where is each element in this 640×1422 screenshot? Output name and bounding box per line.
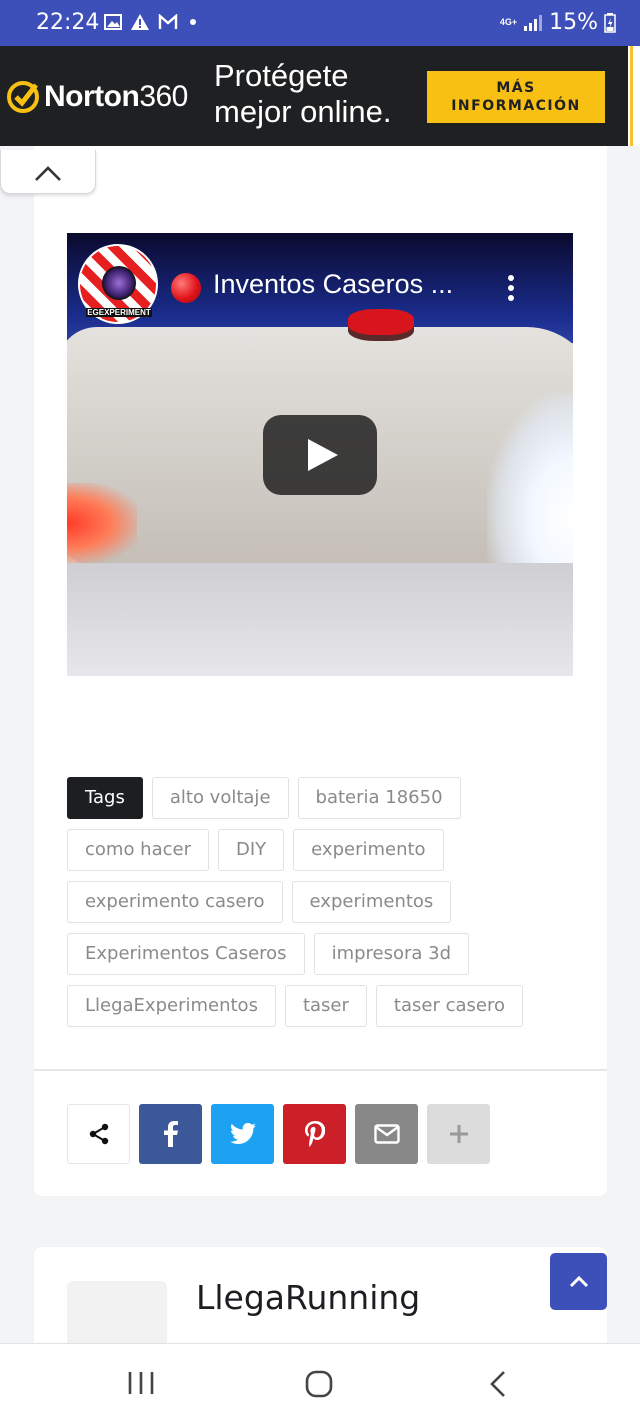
battery-icon	[604, 12, 616, 33]
facebook-share-button[interactable]	[139, 1104, 202, 1164]
channel-badge: EGEXPERIMENT	[86, 308, 152, 317]
ad-slogan: Protégete mejor online.	[214, 58, 391, 130]
ad-edge-strip	[628, 46, 640, 146]
tag-link[interactable]: como hacer	[67, 829, 209, 871]
status-right: 4G+ 15%	[500, 10, 616, 35]
video-title[interactable]: Inventos Caseros ...	[213, 269, 453, 300]
collapse-ad-button[interactable]	[0, 150, 96, 194]
home-icon	[305, 1370, 333, 1398]
battery-percent: 15%	[549, 10, 598, 35]
video-floor	[67, 563, 573, 676]
scroll-to-top-button[interactable]	[550, 1253, 607, 1310]
status-time: 22:24	[36, 10, 100, 35]
tag-link[interactable]: Experimentos Caseros	[67, 933, 305, 975]
chevron-up-icon	[35, 166, 61, 181]
tags-list: Tags alto voltaje bateria 18650 como hac…	[67, 777, 547, 1027]
ad-more-info-button[interactable]: MÁS INFORMACIÓN	[427, 71, 605, 123]
home-button[interactable]	[304, 1370, 334, 1403]
tag-link[interactable]: taser casero	[375, 985, 523, 1027]
gmail-icon	[158, 14, 178, 29]
signal-icon	[524, 14, 543, 31]
author-name[interactable]: LlegaRunning	[196, 1278, 420, 1317]
back-icon	[490, 1371, 505, 1397]
back-button[interactable]	[486, 1370, 510, 1403]
channel-avatar[interactable]: EGEXPERIMENT	[78, 244, 158, 324]
check-circle-icon	[7, 81, 39, 113]
tag-link[interactable]: bateria 18650	[297, 777, 461, 819]
recent-apps-icon	[128, 1372, 154, 1394]
tag-link[interactable]: experimento casero	[67, 881, 283, 923]
play-icon[interactable]	[263, 415, 377, 495]
mail-icon	[373, 1124, 400, 1144]
share-button[interactable]	[67, 1104, 130, 1164]
more-share-button[interactable]	[427, 1104, 490, 1164]
recent-apps-button[interactable]	[126, 1370, 156, 1401]
share-icon	[89, 1123, 108, 1145]
notification-icons	[104, 13, 200, 31]
tags-header: Tags	[67, 777, 143, 819]
video-device-button	[348, 309, 414, 335]
image-icon	[104, 14, 122, 30]
divider	[34, 1069, 607, 1071]
norton-logo: Norton360	[6, 80, 188, 114]
record-icon	[171, 273, 201, 303]
status-bar: 22:24 4G+ 15%	[0, 0, 640, 46]
tag-link[interactable]: taser	[284, 985, 367, 1027]
norton-brand: Norton360	[44, 80, 188, 113]
chevron-up-icon	[569, 1275, 588, 1287]
warning-icon	[131, 14, 149, 30]
tag-link[interactable]: DIY	[218, 829, 285, 871]
facebook-icon	[163, 1121, 178, 1147]
ad-slogan-line1: Protégete	[214, 58, 349, 93]
ad-cta-line2: INFORMACIÓN	[451, 98, 581, 114]
tag-link[interactable]: impresora 3d	[313, 933, 470, 975]
ad-slogan-line2: mejor online.	[214, 94, 392, 129]
video-red-glow	[67, 483, 137, 563]
youtube-video-player[interactable]: EGEXPERIMENT Inventos Caseros ...	[67, 233, 573, 676]
twitter-icon	[229, 1123, 256, 1144]
email-share-button[interactable]	[355, 1104, 418, 1164]
share-buttons	[67, 1104, 490, 1164]
more-vert-icon[interactable]	[508, 275, 516, 303]
tag-link[interactable]: experimentos	[291, 881, 452, 923]
plus-icon	[449, 1125, 468, 1143]
network-type: 4G+	[499, 17, 518, 27]
twitter-share-button[interactable]	[211, 1104, 274, 1164]
tag-link[interactable]: alto voltaje	[151, 777, 289, 819]
ad-cta-line1: MÁS	[496, 80, 536, 96]
tag-link[interactable]: experimento	[293, 829, 444, 871]
pinterest-share-button[interactable]	[283, 1104, 346, 1164]
system-nav-bar	[0, 1343, 640, 1422]
dot-icon	[190, 19, 196, 25]
pinterest-icon	[304, 1121, 325, 1147]
tag-link[interactable]: LlegaExperimentos	[67, 985, 276, 1027]
